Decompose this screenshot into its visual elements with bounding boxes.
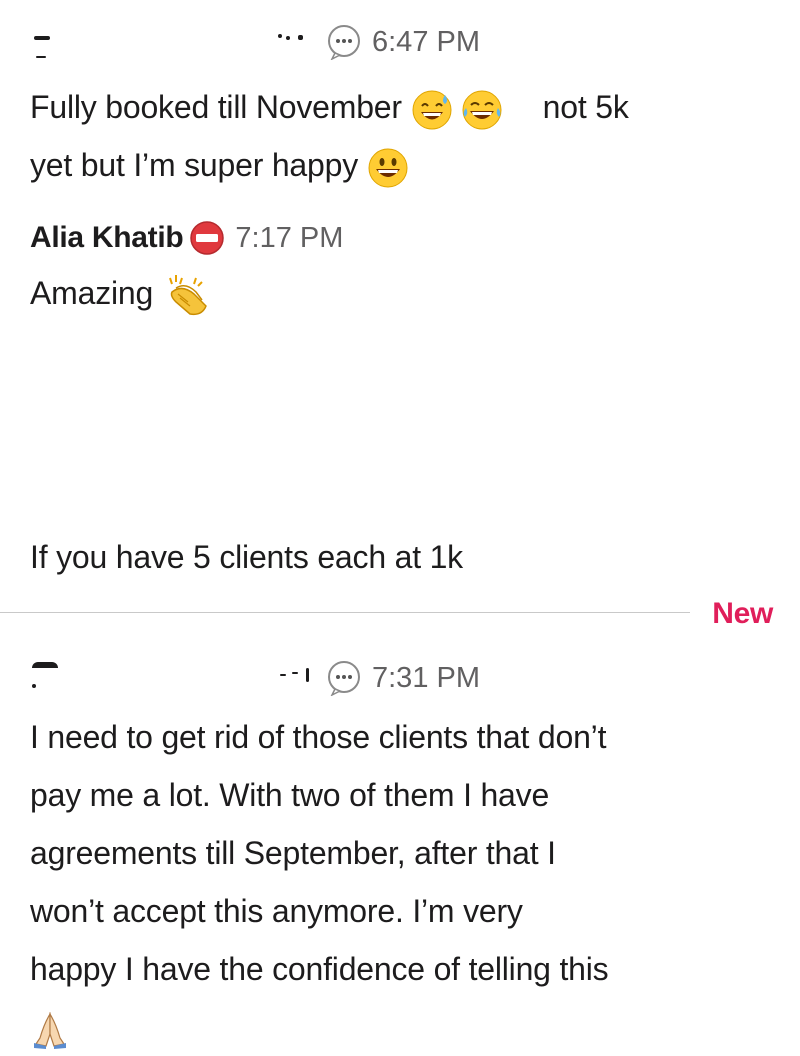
speech-bubble-icon [326,660,362,697]
author-name[interactable]: Alia Khatib [30,221,184,255]
text-line: Fully booked till November [30,89,402,125]
grinning-emoji [367,147,409,189]
message-2: Alia Khatib 7:17 PM Amazing [30,218,780,322]
message-timestamp[interactable]: 7:31 PM [372,662,480,695]
message-header: 7:31 PM [30,658,780,698]
folded-hands-emoji [30,1010,70,1050]
no-entry-icon [189,220,225,256]
text-line: I need to get rid of those clients that … [30,719,607,755]
sweat-smile-emoji [411,89,453,131]
new-messages-divider [0,612,690,613]
message-timestamp[interactable]: 7:17 PM [235,222,343,255]
message-3: If you have 5 clients each at 1k [30,528,780,586]
message-text: If you have 5 clients each at 1k [30,539,463,575]
message-timestamp[interactable]: 6:47 PM [372,26,480,59]
message-header: 6:47 PM [30,22,780,62]
message-text: Amazing [30,264,780,322]
redacted-author-name [30,22,320,62]
text-line: agreements till September, after that I [30,835,556,871]
text-line: happy I have the confidence of telling t… [30,951,609,987]
text-line: won’t accept this anymore. I’m very [30,893,523,929]
text-line: yet but I’m super happy [30,147,359,183]
redacted-author-name [30,658,320,698]
text-line: pay me a lot. With two of them I have [30,777,550,813]
joy-emoji [461,89,503,131]
new-messages-label: New [712,597,773,630]
message-4: 7:31 PM I need to get rid of those clien… [30,658,780,1056]
clapping-hands-emoji [162,272,210,320]
speech-bubble-icon [326,24,362,61]
message-text: I need to get rid of those clients that … [30,708,780,1056]
message-header: Alia Khatib 7:17 PM [30,218,780,258]
message-text: Fully booked till November not 5k yet bu… [30,78,780,194]
text-line: Amazing [30,275,154,311]
text-line: not 5k [542,89,629,125]
message-1: 6:47 PM Fully booked till November not 5… [30,22,780,194]
